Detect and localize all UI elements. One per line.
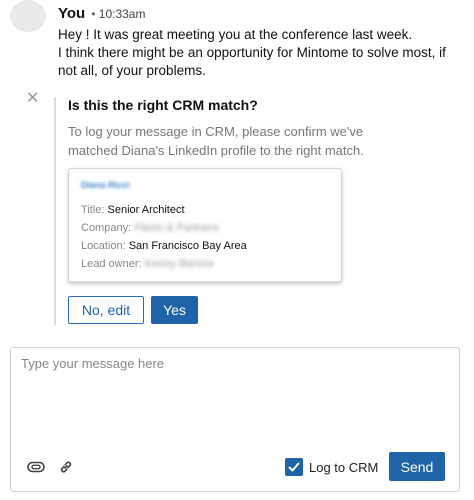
message-line: I think there might be an opportunity fo…: [58, 45, 446, 78]
checkmark-icon: [288, 462, 300, 472]
profile-company-label: Company:: [81, 222, 132, 234]
yes-button[interactable]: Yes: [151, 296, 198, 324]
send-button[interactable]: Send: [389, 452, 445, 481]
message-header: You 10:33am: [58, 5, 145, 22]
profile-location-row: Location: San Francisco Bay Area: [81, 240, 247, 252]
profile-owner-value: Kenny Barone: [144, 258, 215, 270]
message-timestamp: 10:33am: [91, 7, 146, 21]
message-line: Hey ! It was great meeting you at the co…: [58, 27, 413, 42]
profile-location-label: Location:: [81, 240, 126, 252]
message-composer: Log to CRM Send: [10, 347, 460, 492]
profile-title-value: Senior Architect: [107, 204, 185, 216]
log-to-crm-label[interactable]: Log to CRM: [309, 460, 378, 475]
crm-profile-card[interactable]: Diana Ricci Title: Senior Architect Comp…: [68, 168, 342, 282]
profile-company-value: Flavio & Partners: [134, 222, 219, 234]
profile-location-value: San Francisco Bay Area: [128, 240, 247, 252]
message-thread: You 10:33am Hey ! It was great meeting y…: [0, 0, 474, 500]
message-input[interactable]: [21, 356, 449, 446]
avatar[interactable]: [10, 0, 46, 32]
profile-owner-row: Lead owner: Kenny Barone: [81, 258, 214, 270]
close-icon[interactable]: ✕: [26, 91, 40, 107]
link-icon[interactable]: [57, 460, 75, 474]
crm-match-title: Is this the right CRM match?: [68, 97, 258, 113]
log-to-crm-checkbox[interactable]: [285, 458, 303, 476]
message-body: Hey ! It was great meeting you at the co…: [58, 26, 463, 80]
no-edit-button[interactable]: No, edit: [68, 296, 144, 324]
profile-name[interactable]: Diana Ricci: [81, 180, 130, 190]
profile-title-label: Title:: [81, 204, 105, 216]
paperclip-icon[interactable]: [27, 460, 45, 474]
crm-prompt-divider: [54, 97, 56, 325]
crm-match-description: To log your message in CRM, please confi…: [68, 124, 364, 158]
profile-owner-label: Lead owner:: [81, 258, 142, 270]
profile-title-row: Title: Senior Architect: [81, 204, 185, 216]
profile-company-row: Company: Flavio & Partners: [81, 222, 219, 234]
sender-name: You: [58, 5, 86, 22]
